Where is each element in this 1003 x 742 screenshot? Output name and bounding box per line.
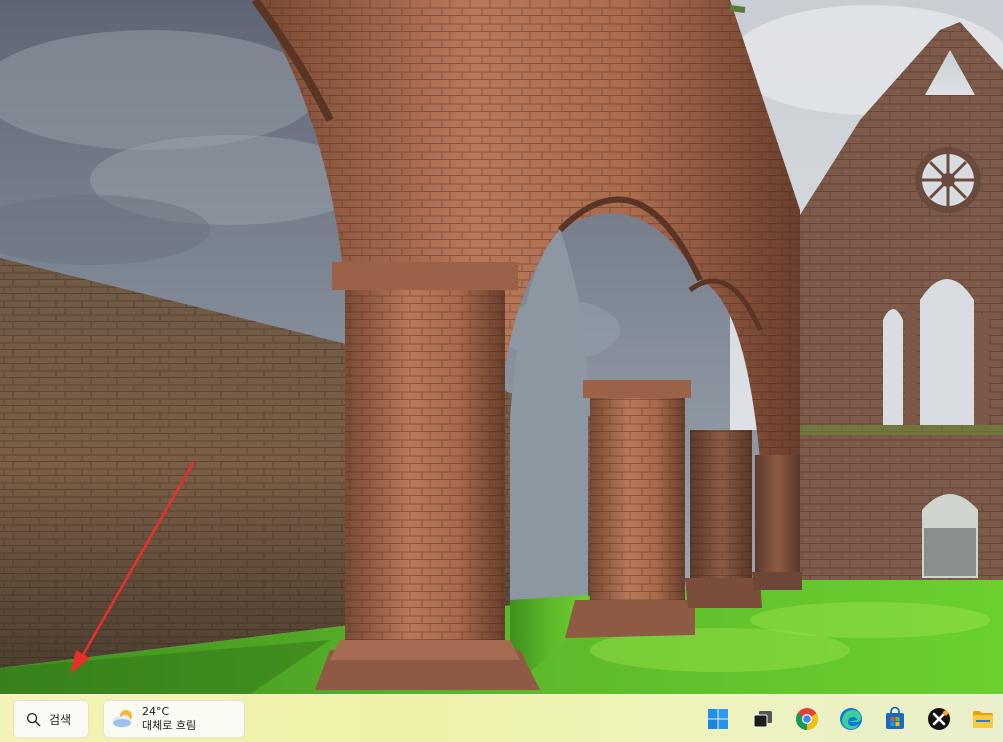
edge-button[interactable] <box>836 704 866 734</box>
store-button[interactable] <box>880 704 910 734</box>
weather-temperature: 24°C <box>142 705 170 718</box>
weather-widget[interactable]: 24°C 대체로 흐림 <box>103 700 245 738</box>
edge-icon <box>840 708 862 730</box>
x-app-button[interactable] <box>924 704 954 734</box>
search-label: 검색 <box>49 712 72 727</box>
start-button[interactable] <box>703 704 733 734</box>
weather-condition: 대체로 흐림 <box>142 719 197 732</box>
desktop-wallpaper <box>0 0 1003 694</box>
folder-icon <box>973 711 993 728</box>
chrome-button[interactable] <box>792 704 822 734</box>
task-view-icon <box>753 711 772 728</box>
search-icon <box>26 712 41 726</box>
partly-cloudy-icon <box>113 710 132 728</box>
file-explorer-button[interactable] <box>968 704 998 734</box>
taskbar-search-button[interactable]: 검색 <box>13 700 89 738</box>
x-app-icon <box>928 708 950 730</box>
windows-logo-icon <box>708 709 728 729</box>
chrome-icon <box>796 708 818 730</box>
microsoft-store-icon <box>886 707 904 729</box>
task-view-button[interactable] <box>748 704 778 734</box>
taskbar: 검색 24°C 대체로 흐림 <box>0 694 1003 742</box>
